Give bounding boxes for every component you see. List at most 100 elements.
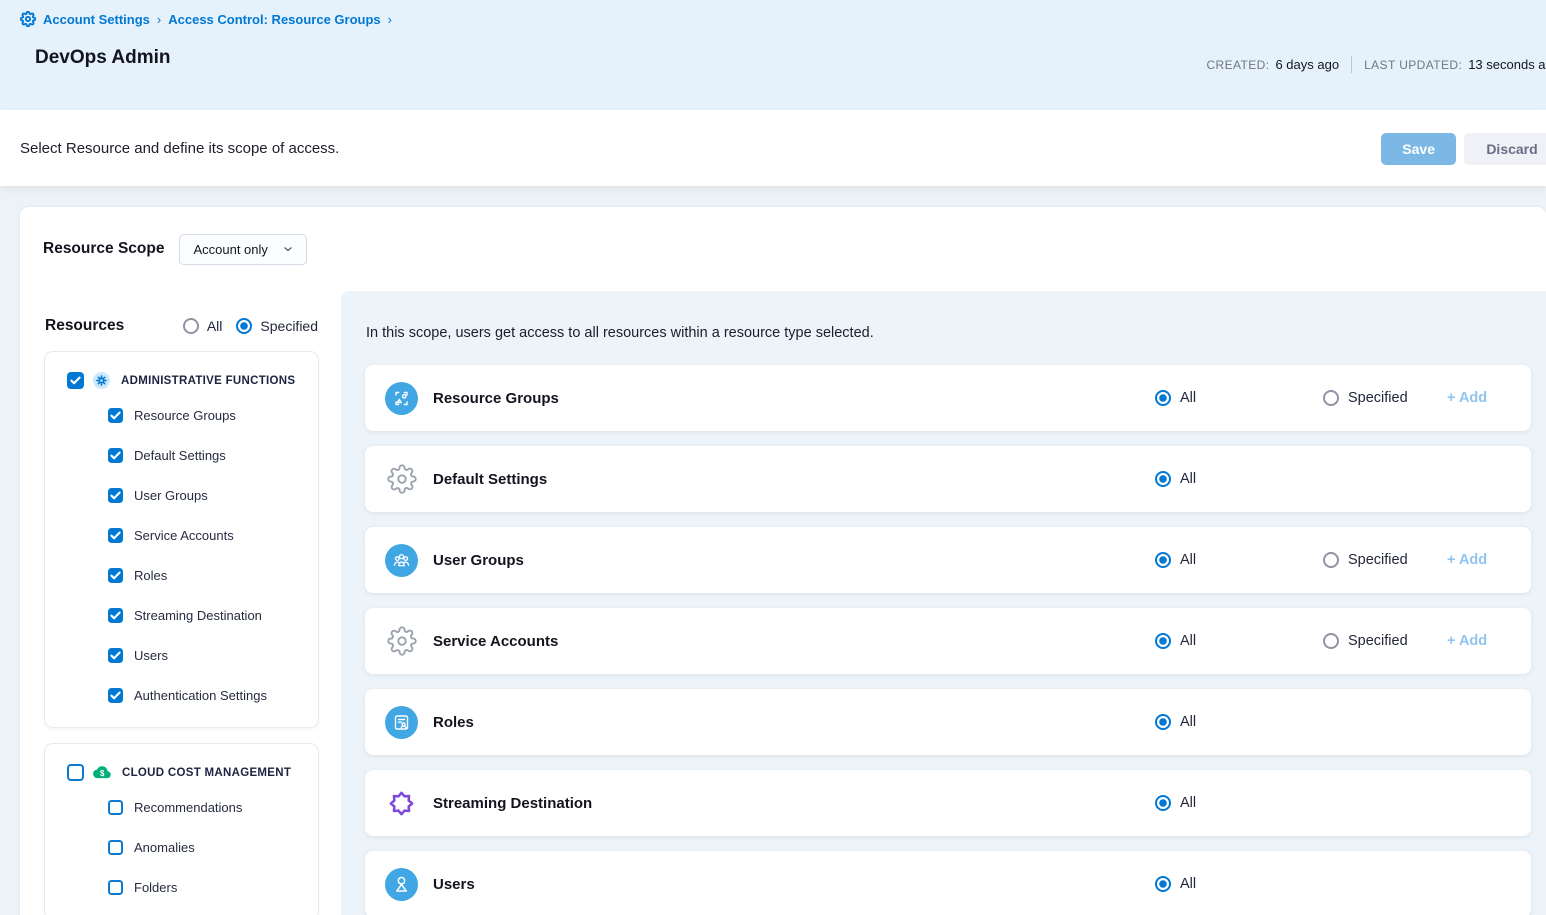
settings-gear-icon bbox=[385, 626, 418, 656]
specified-option: Specified bbox=[1323, 390, 1447, 406]
streaming-destination-icon bbox=[385, 788, 418, 819]
resources-all-radio[interactable] bbox=[183, 318, 199, 334]
header-meta: CREATED: 6 days ago LAST UPDATED: 13 sec… bbox=[1206, 56, 1546, 73]
resource-type-title: Streaming Destination bbox=[433, 795, 592, 812]
specified-radio[interactable] bbox=[1323, 633, 1339, 649]
all-radio[interactable] bbox=[1155, 390, 1171, 406]
all-radio[interactable] bbox=[1155, 633, 1171, 649]
resource-item-checkbox[interactable] bbox=[108, 488, 123, 503]
action-bar: Select Resource and define its scope of … bbox=[0, 110, 1546, 186]
resource-item-checkbox[interactable] bbox=[108, 800, 123, 815]
roles-icon bbox=[385, 706, 418, 739]
resource-type-row: Roles All bbox=[365, 689, 1531, 755]
all-label: All bbox=[1180, 552, 1196, 568]
resource-type-title: Roles bbox=[433, 714, 474, 731]
specified-label: Specified bbox=[1348, 633, 1408, 649]
add-button[interactable]: + Add bbox=[1447, 390, 1487, 406]
resource-item-label: Anomalies bbox=[134, 840, 195, 855]
created-label: CREATED: bbox=[1206, 58, 1269, 72]
module-label: CLOUD COST MANAGEMENT bbox=[122, 767, 291, 779]
all-option: All bbox=[1155, 552, 1323, 568]
module-label: ADMINISTRATIVE FUNCTIONS bbox=[121, 375, 295, 387]
all-option: All bbox=[1155, 795, 1323, 811]
breadcrumb-account-settings[interactable]: Account Settings bbox=[43, 12, 150, 27]
breadcrumb-separator: › bbox=[157, 12, 161, 27]
all-option: All bbox=[1155, 876, 1323, 892]
resource-item-label: Folders bbox=[134, 880, 177, 895]
resources-specified-radio[interactable] bbox=[236, 318, 252, 334]
users-icon bbox=[385, 868, 418, 901]
resource-type-title: Default Settings bbox=[433, 471, 547, 488]
svg-text:$: $ bbox=[100, 769, 105, 778]
all-radio[interactable] bbox=[1155, 552, 1171, 568]
resource-type-title: Service Accounts bbox=[433, 633, 558, 650]
all-label: All bbox=[1180, 714, 1196, 730]
all-radio[interactable] bbox=[1155, 471, 1171, 487]
resource-item-label: Users bbox=[134, 648, 168, 663]
all-option: All bbox=[1155, 390, 1323, 406]
resource-item: Roles bbox=[108, 555, 318, 595]
add-button[interactable]: + Add bbox=[1447, 633, 1487, 649]
resource-item: Default Settings bbox=[108, 435, 318, 475]
resource-item: Recommendations bbox=[108, 787, 318, 827]
all-radio[interactable] bbox=[1155, 714, 1171, 730]
resource-type-row: Default Settings All bbox=[365, 446, 1531, 512]
access-controls: All bbox=[1155, 795, 1491, 811]
specified-label: Specified bbox=[1348, 390, 1408, 406]
specified-radio[interactable] bbox=[1323, 552, 1339, 568]
resource-type-row: Service Accounts All Specified + Add bbox=[365, 608, 1531, 674]
resources-title: Resources bbox=[45, 317, 169, 335]
created-value: 6 days ago bbox=[1275, 57, 1339, 72]
resource-item: Streaming Destination bbox=[108, 595, 318, 635]
module-checkbox[interactable] bbox=[67, 764, 84, 781]
specified-radio[interactable] bbox=[1323, 390, 1339, 406]
resources-all-option: All bbox=[183, 318, 223, 334]
resource-module-card: $ CLOUD COST MANAGEMENT Recommendations … bbox=[45, 744, 318, 915]
module-header: ADMINISTRATIVE FUNCTIONS bbox=[67, 372, 318, 389]
resource-item-checkbox[interactable] bbox=[108, 648, 123, 663]
resource-item-checkbox[interactable] bbox=[108, 448, 123, 463]
resource-module-card: ADMINISTRATIVE FUNCTIONS Resource Groups… bbox=[45, 352, 318, 727]
resource-item-checkbox[interactable] bbox=[108, 528, 123, 543]
resource-item: Service Accounts bbox=[108, 515, 318, 555]
all-label: All bbox=[1180, 471, 1196, 487]
resource-item: User Groups bbox=[108, 475, 318, 515]
resource-item-checkbox[interactable] bbox=[108, 840, 123, 855]
all-label: All bbox=[1180, 795, 1196, 811]
resource-item-checkbox[interactable] bbox=[108, 408, 123, 423]
resource-scope-dropdown[interactable]: Account only bbox=[179, 234, 306, 265]
access-controls: All Specified + Add bbox=[1155, 633, 1491, 649]
resource-type-title: Resource Groups bbox=[433, 390, 559, 407]
all-label: All bbox=[1180, 633, 1196, 649]
resource-item-checkbox[interactable] bbox=[108, 880, 123, 895]
discard-button[interactable]: Discard bbox=[1464, 133, 1546, 165]
resource-item-label: Roles bbox=[134, 568, 167, 583]
cloud-cost-icon: $ bbox=[93, 765, 111, 780]
all-option: All bbox=[1155, 633, 1323, 649]
resource-item-checkbox[interactable] bbox=[108, 608, 123, 623]
resource-item-checkbox[interactable] bbox=[108, 568, 123, 583]
module-header: $ CLOUD COST MANAGEMENT bbox=[67, 764, 318, 781]
all-radio[interactable] bbox=[1155, 795, 1171, 811]
resource-type-title: User Groups bbox=[433, 552, 524, 569]
resource-groups-icon bbox=[385, 382, 418, 415]
specified-option: Specified bbox=[1323, 552, 1447, 568]
resources-specified-option: Specified bbox=[236, 318, 318, 334]
all-radio[interactable] bbox=[1155, 876, 1171, 892]
module-checkbox[interactable] bbox=[67, 372, 84, 389]
save-button[interactable]: Save bbox=[1381, 133, 1456, 165]
admin-module-icon bbox=[93, 372, 110, 389]
resource-item-label: Recommendations bbox=[134, 800, 242, 815]
resource-type-title: Users bbox=[433, 876, 475, 893]
resource-item-checkbox[interactable] bbox=[108, 688, 123, 703]
resource-item-label: Resource Groups bbox=[134, 408, 236, 423]
resource-type-row: User Groups All Specified + Add bbox=[365, 527, 1531, 593]
all-option: All bbox=[1155, 714, 1323, 730]
resource-scope-label: Resource Scope bbox=[43, 240, 164, 258]
breadcrumb-access-control[interactable]: Access Control: Resource Groups bbox=[168, 12, 380, 27]
scope-editor-card: Resource Scope Account only Resources Al… bbox=[20, 207, 1546, 915]
breadcrumb: Account Settings › Access Control: Resou… bbox=[0, 0, 1546, 27]
add-button[interactable]: + Add bbox=[1447, 552, 1487, 568]
gear-icon bbox=[20, 11, 36, 27]
all-option: All bbox=[1155, 471, 1323, 487]
